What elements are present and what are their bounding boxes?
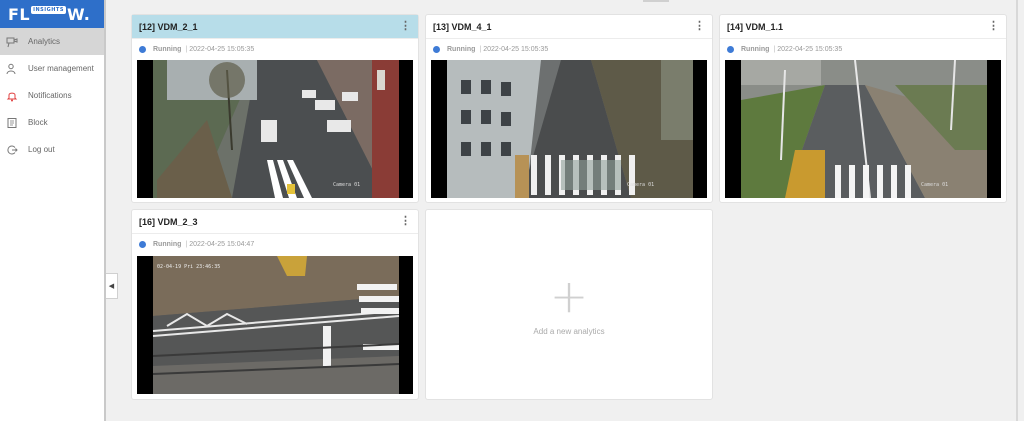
status-timestamp: 2022-04-25 15:05:35 [483,45,549,53]
camera-feed-image: Camera 01 [431,60,707,198]
status-label: Running [153,240,182,248]
status-label: Running [741,45,770,53]
sidebar: FL INSIGHTS W. Analytics User management… [0,0,106,421]
add-analytics-label: Add a new analytics [533,327,605,336]
card-header[interactable]: [14] VDM_1.1 ⋮ [720,15,1006,39]
add-analytics-card[interactable]: + Add a new analytics [425,209,713,400]
more-options-icon[interactable]: ⋮ [400,216,411,227]
camera-feed[interactable]: 02-04-19 Pri 23:46:35 [137,256,413,394]
more-options-icon[interactable]: ⋮ [694,21,705,32]
status-dot [433,45,440,53]
app-logo[interactable]: FL INSIGHTS W. [8,5,90,24]
camera-feed-image: Camera 01 [137,60,413,198]
sidebar-item-label: Block [28,118,48,127]
status-timestamp: 2022-04-25 15:04:47 [189,240,255,248]
card-status: Running | 2022-04-25 15:05:35 [132,39,418,59]
camera-feed-image: 02-04-19 Pri 23:46:35 [137,256,413,394]
camera-overlay-text: Camera 01 [627,182,654,188]
camera-feed[interactable]: Camera 01 [137,60,413,198]
sidebar-item-label: Log out [28,145,55,154]
logo-badge: INSIGHTS [31,6,66,14]
sidebar-item-label: Analytics [28,37,61,46]
camera-feed[interactable]: Camera 01 [725,60,1001,198]
card-title: [13] VDM_4_1 [433,21,492,32]
more-options-icon[interactable]: ⋮ [988,21,999,32]
bell-icon [6,90,18,102]
card-title: [14] VDM_1.1 [727,21,784,32]
status-label: Running [153,45,182,53]
status-timestamp: 2022-04-25 15:05:35 [189,45,255,53]
logout-icon [6,144,18,156]
camera-overlay-text: Camera 01 [333,182,360,188]
sidebar-item-label: User management [28,64,94,73]
card-title: [12] VDM_2_1 [139,21,198,32]
analytics-icon [6,36,18,48]
card-header[interactable]: [16] VDM_2_3 ⋮ [132,210,418,234]
status-dot [139,240,146,248]
status-dot [139,45,146,53]
card-status: Running | 2022-04-25 15:04:47 [132,234,418,254]
card-title: [16] VDM_2_3 [139,216,198,227]
block-icon [6,117,18,129]
card-header[interactable]: [13] VDM_4_1 ⋮ [426,15,712,39]
card-status: Running | 2022-04-25 15:05:35 [720,39,1006,59]
status-timestamp: 2022-04-25 15:05:35 [777,45,843,53]
card-header[interactable]: [12] VDM_2_1 ⋮ [132,15,418,39]
camera-feed[interactable]: Camera 01 [431,60,707,198]
analytics-card[interactable]: [12] VDM_2_1 ⋮ Running | 2022-04-25 15:0… [131,14,419,203]
card-status: Running | 2022-04-25 15:05:35 [426,39,712,59]
collapse-sidebar-button[interactable]: ◀ [106,273,118,299]
logo-text-left: FL [8,4,31,24]
more-options-icon[interactable]: ⋮ [400,21,411,32]
sidebar-item-notifications[interactable]: Notifications [0,82,104,109]
logo-bar: FL INSIGHTS W. [0,0,104,28]
status-dot [727,45,734,53]
scrollbar-track[interactable] [1016,0,1018,421]
chevron-left-icon: ◀ [108,283,115,290]
analytics-card[interactable]: [14] VDM_1.1 ⋮ Running | 2022-04-25 15:0… [719,14,1007,203]
sidebar-item-block[interactable]: Block [0,109,104,136]
sidebar-item-logout[interactable]: Log out [0,136,104,163]
logo-text-right: W. [66,4,91,24]
users-icon [6,63,18,75]
analytics-card[interactable]: [16] VDM_2_3 ⋮ Running | 2022-04-25 15:0… [131,209,419,400]
sidebar-item-user-management[interactable]: User management [0,55,104,82]
status-label: Running [447,45,476,53]
camera-overlay-text: Camera 01 [921,182,948,188]
sidebar-item-label: Notifications [28,91,72,100]
top-handle [643,0,669,2]
sidebar-item-analytics[interactable]: Analytics [0,28,104,55]
camera-feed-image: Camera 01 [725,60,1001,198]
analytics-card[interactable]: [13] VDM_4_1 ⋮ Running | 2022-04-25 15:0… [425,14,713,203]
plus-icon: + [549,269,589,323]
camera-overlay-text: 02-04-19 Pri 23:46:35 [157,264,220,270]
